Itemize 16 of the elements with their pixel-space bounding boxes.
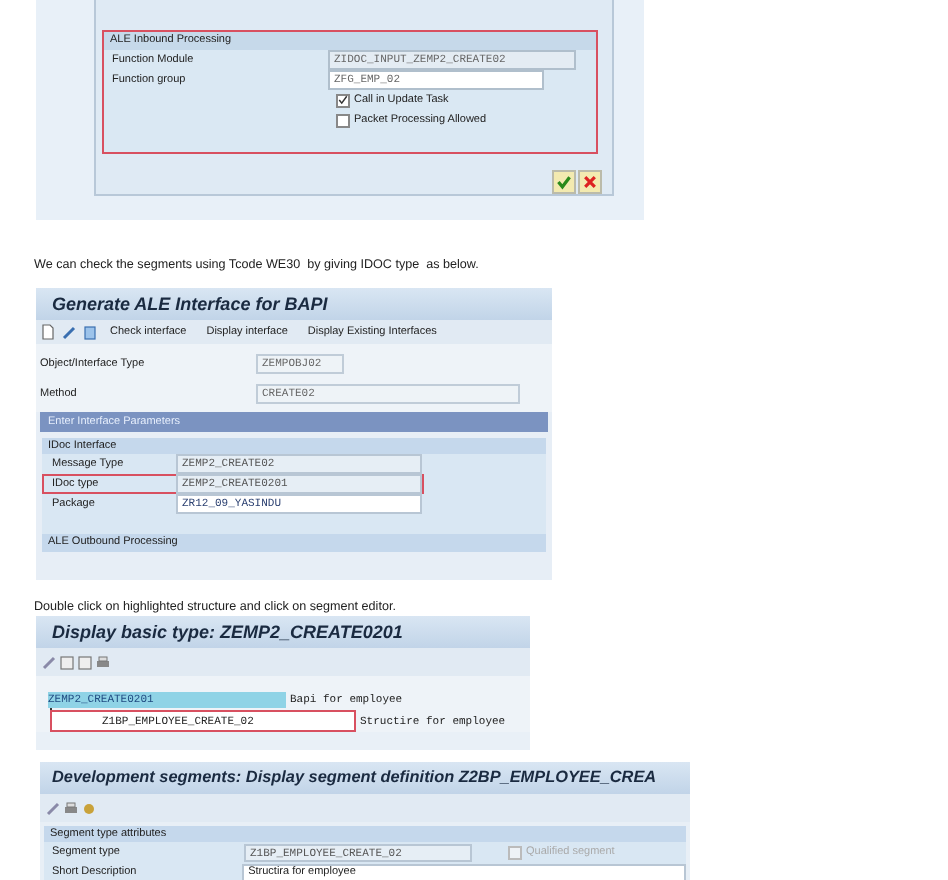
document-icon[interactable]	[42, 324, 54, 340]
confirm-button[interactable]	[552, 170, 576, 194]
screen-title: Generate ALE Interface for BAPI	[36, 288, 552, 320]
checkbox[interactable]	[336, 113, 350, 127]
toolbar-icon[interactable]	[82, 801, 96, 815]
pencil-icon[interactable]	[62, 325, 76, 339]
screen-title: Display basic type: ZEMP2_CREATE0201	[36, 616, 530, 648]
printer-icon[interactable]	[64, 801, 78, 815]
close-button[interactable]	[578, 170, 602, 194]
close-icon	[582, 174, 598, 190]
toolbar-icon[interactable]	[42, 655, 56, 669]
check-icon	[556, 174, 572, 190]
screen-title: Development segments: Display segment definition Z2BP_EMPLOYEE_CREA	[40, 762, 690, 794]
toolbar-icon[interactable]	[46, 801, 60, 815]
checkbox[interactable]	[336, 93, 350, 107]
printer-icon[interactable]	[96, 655, 110, 669]
